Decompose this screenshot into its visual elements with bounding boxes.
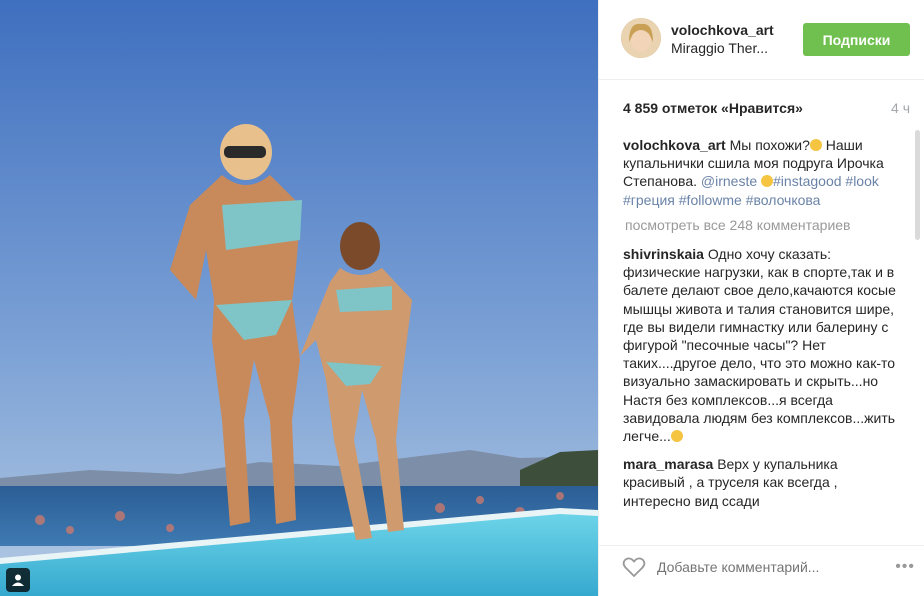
photo-image <box>0 0 598 596</box>
caption: volochkova_art Мы похожи? Наши купальнич… <box>623 136 899 209</box>
comments-list: volochkova_art Мы похожи? Наши купальнич… <box>623 136 899 541</box>
comment-item: mara_marasa Верх у купальника красивый ,… <box>623 455 899 510</box>
heart-icon[interactable] <box>622 556 646 578</box>
caption-author[interactable]: volochkova_art <box>623 137 726 153</box>
person-icon <box>12 574 24 586</box>
comment-author[interactable]: shivrinskaia <box>623 246 704 262</box>
more-options-icon[interactable]: ••• <box>895 558 915 576</box>
view-all-comments-link[interactable]: посмотреть все 248 комментариев <box>625 216 899 234</box>
post-header: volochkova_art Miraggio Ther... Подписки <box>599 0 924 80</box>
comments-scrollbar[interactable] <box>915 130 920 240</box>
emoji-icon <box>761 175 774 188</box>
follow-button[interactable]: Подписки <box>803 23 910 56</box>
comment-author[interactable]: mara_marasa <box>623 456 713 472</box>
comment-item: shivrinskaia Одно хочу сказать: физическ… <box>623 245 899 445</box>
post-location[interactable]: Miraggio Ther... <box>671 40 768 56</box>
post-panel: volochkova_art Miraggio Ther... Подписки… <box>598 0 924 596</box>
likes-count[interactable]: 4 859 отметок «Нравится» <box>623 100 803 116</box>
post-time[interactable]: 4 ч <box>891 100 910 116</box>
avatar-image <box>621 18 661 58</box>
add-comment-input[interactable] <box>657 559 857 575</box>
caption-text: Мы похожи? <box>729 137 810 153</box>
post-photo[interactable] <box>0 0 598 596</box>
emoji-icon <box>809 139 822 151</box>
user-tag-button[interactable] <box>6 568 30 592</box>
caption-mention[interactable]: @irneste <box>701 173 757 189</box>
comment-text: Одно хочу сказать: физические нагрузки, … <box>623 246 896 445</box>
comment-footer: ••• <box>599 545 924 596</box>
post-username[interactable]: volochkova_art <box>671 22 774 38</box>
avatar[interactable] <box>621 18 661 58</box>
emoji-icon <box>670 430 683 443</box>
